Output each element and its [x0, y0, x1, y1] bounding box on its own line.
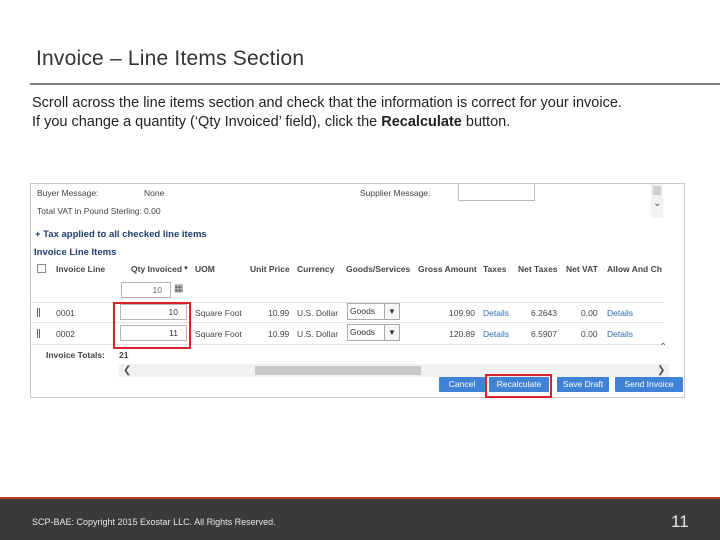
- chevron-up-icon[interactable]: ⌃: [659, 342, 667, 353]
- chevron-right-icon[interactable]: ❯: [657, 365, 665, 376]
- total-vat-label: Total VAT in Pound Sterling:: [37, 206, 142, 216]
- row-2-goods-select[interactable]: Goods ▼: [347, 324, 400, 341]
- col-unit-price[interactable]: Unit Price: [250, 264, 290, 274]
- invoice-totals-value: 21: [119, 350, 129, 360]
- row-2-net-taxes: 6.5907: [531, 329, 557, 339]
- footer-accent-rule: [0, 497, 720, 499]
- row-1-checkbox[interactable]: [37, 308, 40, 317]
- row-1-net-vat: 0.00: [581, 308, 598, 318]
- col-currency[interactable]: Currency: [297, 264, 334, 274]
- buyer-message-label: Buyer Message:: [37, 188, 99, 198]
- cancel-button[interactable]: Cancel: [439, 377, 485, 392]
- message-scrollbar[interactable]: ⌄: [651, 184, 663, 218]
- col-taxes[interactable]: Taxes: [483, 264, 506, 274]
- horizontal-scrollbar-thumb[interactable]: [255, 366, 421, 375]
- row-1-goods-value: Goods: [350, 306, 376, 316]
- row-2-checkbox[interactable]: [37, 329, 40, 338]
- instruction-line-2: If you change a quantity (‘Qty Invoiced’…: [32, 113, 702, 132]
- row-2-uom: Square Foot: [195, 329, 242, 339]
- col-gross-amount[interactable]: Gross Amount: [418, 264, 477, 274]
- instruction-recalculate-word: Recalculate: [381, 114, 462, 130]
- instruction-line-2-pre: If you change a quantity (‘Qty Invoiced’…: [32, 114, 382, 130]
- chevron-down-icon[interactable]: ⌄: [653, 198, 661, 209]
- qty-apply-all-input[interactable]: 10: [121, 282, 171, 298]
- message-scrollbar-thumb[interactable]: [653, 186, 661, 195]
- chevron-down-icon[interactable]: ▾: [184, 264, 188, 272]
- slide-title: Invoice – Line Items Section: [36, 47, 305, 70]
- row-1-allow-details-link[interactable]: Details: [607, 308, 633, 318]
- instruction-line-2-post: button.: [461, 114, 511, 130]
- title-divider: [30, 83, 720, 85]
- invoice-screenshot: Buyer Message: None Supplier Message: ⌄ …: [30, 183, 685, 398]
- col-net-taxes[interactable]: Net Taxes: [518, 264, 558, 274]
- row-1-gross: 109.90: [449, 308, 475, 318]
- recalculate-highlight-box: [485, 374, 552, 398]
- page-number: 11: [671, 512, 689, 531]
- col-invoice-line[interactable]: Invoice Line: [56, 264, 105, 274]
- buyer-message-value: None: [144, 188, 165, 198]
- row-2-line: 0002: [56, 329, 75, 339]
- send-invoice-button[interactable]: Send Invoice: [615, 377, 683, 392]
- row-1-unit-price: 10.99: [268, 308, 290, 318]
- col-goods-services[interactable]: Goods/Services: [346, 264, 410, 274]
- qty-highlight-box: [113, 302, 191, 349]
- col-qty-invoiced[interactable]: Qty Invoiced *: [131, 264, 188, 274]
- col-uom[interactable]: UOM: [195, 264, 215, 274]
- row-2-goods-value: Goods: [350, 327, 376, 337]
- apply-qty-icon[interactable]: ▦: [174, 283, 183, 294]
- total-vat-value: 0.00: [144, 206, 161, 216]
- row-1-taxes-details-link[interactable]: Details: [483, 308, 509, 318]
- line-items-horizontal-scrollbar[interactable]: [119, 364, 669, 377]
- row-1-uom: Square Foot: [195, 308, 242, 318]
- row-2-taxes-details-link[interactable]: Details: [483, 329, 509, 339]
- invoice-totals-label: Invoice Totals:: [46, 350, 105, 360]
- row-2-unit-price: 10.99: [268, 329, 290, 339]
- tax-note: + Tax applied to all checked line items: [35, 229, 207, 240]
- chevron-down-icon[interactable]: ▼: [384, 304, 399, 319]
- row-1-goods-select[interactable]: Goods ▼: [347, 303, 400, 320]
- row-1-currency: U.S. Dollar: [297, 308, 339, 318]
- line-items-title: Invoice Line Items: [34, 247, 117, 258]
- save-draft-button[interactable]: Save Draft: [557, 377, 609, 392]
- row-2-allow-details-link[interactable]: Details: [607, 329, 633, 339]
- col-net-vat[interactable]: Net VAT: [566, 264, 598, 274]
- row-2-gross: 120.89: [449, 329, 475, 339]
- footer-copyright: SCP-BAE: Copyright 2015 Exostar LLC. All…: [32, 517, 276, 527]
- instruction-text: Scroll across the line items section and…: [32, 94, 702, 132]
- chevron-down-icon[interactable]: ▼: [384, 325, 399, 340]
- row-1-net-taxes: 6.2643: [531, 308, 557, 318]
- select-all-checkbox[interactable]: [37, 264, 46, 273]
- row-2-currency: U.S. Dollar: [297, 329, 339, 339]
- supplier-message-input[interactable]: [458, 184, 535, 201]
- chevron-left-icon[interactable]: ❮: [123, 365, 131, 376]
- supplier-message-label: Supplier Message:: [360, 188, 431, 198]
- row-1-line: 0001: [56, 308, 75, 318]
- instruction-line-1: Scroll across the line items section and…: [32, 95, 622, 111]
- row-2-net-vat: 0.00: [581, 329, 598, 339]
- col-allow-and-charges[interactable]: Allow And Ch: [607, 264, 663, 274]
